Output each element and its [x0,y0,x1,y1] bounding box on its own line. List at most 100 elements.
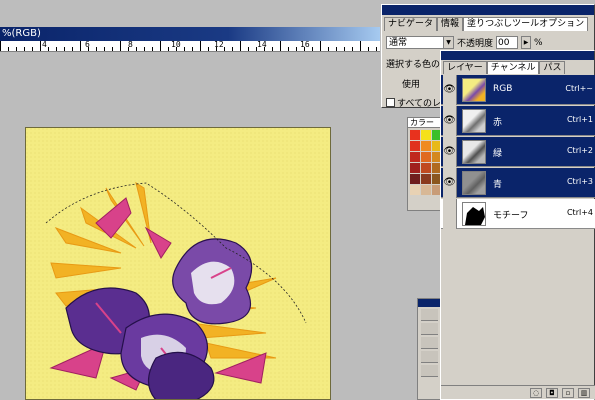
opacity-arrow-icon[interactable]: ▶ [521,36,532,49]
load-selection-icon[interactable]: ◌ [530,387,542,398]
tab-channels[interactable]: チャンネル [486,61,540,74]
ruler-number: 14 [257,41,267,49]
eye-icon[interactable]: 👁 [443,75,457,105]
channel-thumbnail [462,202,486,226]
trash-icon[interactable]: ▥ [578,387,590,398]
ruler-tick [232,47,233,51]
blend-mode-value: 通常 [389,38,408,48]
channel-shortcut: Ctrl+4 [566,208,593,217]
channel-thumbnail [462,140,486,164]
hidden-palette [417,298,442,400]
eye-hidden-icon[interactable] [443,199,457,229]
ruler-tick [296,47,297,51]
color-swatch[interactable] [410,174,420,184]
channel-name: モチーフ [493,211,529,221]
channel-name: RGB [493,84,513,94]
ruler-tick [208,47,209,51]
eye-icon[interactable]: 👁 [443,168,457,198]
ruler-tick [136,47,137,51]
ruler-number: 10 [171,41,181,49]
document-titlebar[interactable]: %(RGB) [0,27,380,41]
channel-row-green[interactable]: 👁 緑 Ctrl+2 [441,137,595,167]
tab-color[interactable]: カラー [408,118,440,128]
palette-cell [421,365,438,377]
ruler-tick [72,47,73,51]
ruler-tick [280,41,281,51]
color-swatch[interactable] [410,130,420,140]
channel-thumbnail [462,78,486,102]
channels-bottom-bar: ◌ ◘ ▫ ▥ [441,385,595,399]
tab-info[interactable]: 情報 [437,17,464,31]
ruler-tick [152,47,153,51]
floral-artwork [26,128,330,399]
opacity-input[interactable]: 00 [496,36,519,49]
eye-icon[interactable]: 👁 [443,137,457,167]
ruler-tick [8,47,9,51]
color-swatch[interactable] [410,163,420,173]
channel-name: 緑 [493,149,503,159]
channel-row-rgb[interactable]: 👁 RGB Ctrl+~ [441,75,595,105]
ruler-tick [168,47,169,51]
channel-thumbnail [462,171,486,195]
mode-opacity-row: 通常 ▼ 不透明度 00 ▶ % [386,36,543,49]
channel-shortcut: Ctrl+2 [566,146,593,155]
color-swatch[interactable] [421,130,431,140]
save-selection-icon[interactable]: ◘ [546,387,558,398]
channel-shortcut: Ctrl+1 [566,115,593,124]
palette-cell [421,309,438,321]
palette-titlebar[interactable] [382,5,594,15]
ruler-number: 12 [214,41,224,49]
eye-icon[interactable]: 👁 [443,106,457,136]
new-channel-icon[interactable]: ▫ [562,387,574,398]
ruler-number: 4 [42,41,47,49]
ruler-number: 16 [300,41,310,49]
ruler-tick [272,47,273,51]
ruler-tick [192,47,193,51]
document-title: %(RGB) [2,28,41,39]
ruler-tick [40,41,41,51]
tab-navigator[interactable]: ナビゲータ [384,17,438,31]
ruler-tick [360,41,361,51]
channel-row-blue[interactable]: 👁 青 Ctrl+3 [441,168,595,198]
ruler-tick [376,47,377,51]
swatches-palette: カラー [407,117,441,211]
ruler-tick [184,47,185,51]
horizontal-ruler: 4 6 8 10 12 14 16 [0,41,380,52]
color-swatch[interactable] [421,174,431,184]
palette-titlebar[interactable] [418,299,441,307]
all-layers-checkbox[interactable] [386,98,395,107]
chevron-down-icon: ▼ [443,37,453,48]
palette-titlebar[interactable] [441,51,594,60]
tab-layers[interactable]: レイヤー [443,61,487,74]
blend-mode-select[interactable]: 通常 ▼ [386,36,454,49]
image-canvas[interactable] [25,127,331,400]
opacity-label: 不透明度 [457,39,494,49]
color-swatch[interactable] [410,185,420,195]
all-layers-label: すべてのレ [397,99,442,109]
color-swatch[interactable] [421,185,431,195]
palette-cell [421,351,438,363]
color-swatch[interactable] [421,163,431,173]
channel-row-red[interactable]: 👁 赤 Ctrl+1 [441,106,595,136]
channel-name: 青 [493,180,503,190]
ruler-tick [288,47,289,51]
color-swatch[interactable] [421,152,431,162]
palette-cell [421,323,438,335]
ruler-tick [240,41,241,51]
ruler-tick [344,47,345,51]
ruler-tick [112,47,113,51]
ruler-tick [56,47,57,51]
channel-row-motif[interactable]: モチーフ Ctrl+4 [441,199,595,229]
color-swatch[interactable] [421,141,431,151]
channel-shortcut: Ctrl+~ [565,84,593,93]
all-layers-option[interactable]: すべてのレ [386,96,441,109]
option-label-use: 使用 [402,80,421,90]
tab-paint-bucket-options[interactable]: 塗りつぶしツールオプション [463,17,589,31]
ruler-tick [248,47,249,51]
color-swatch[interactable] [410,152,420,162]
color-swatch[interactable] [410,141,420,151]
ruler-tick [160,41,161,51]
mask-thumbnail-icon [465,207,485,225]
tab-paths[interactable]: パス [539,61,566,74]
ruler-tick [200,41,201,51]
